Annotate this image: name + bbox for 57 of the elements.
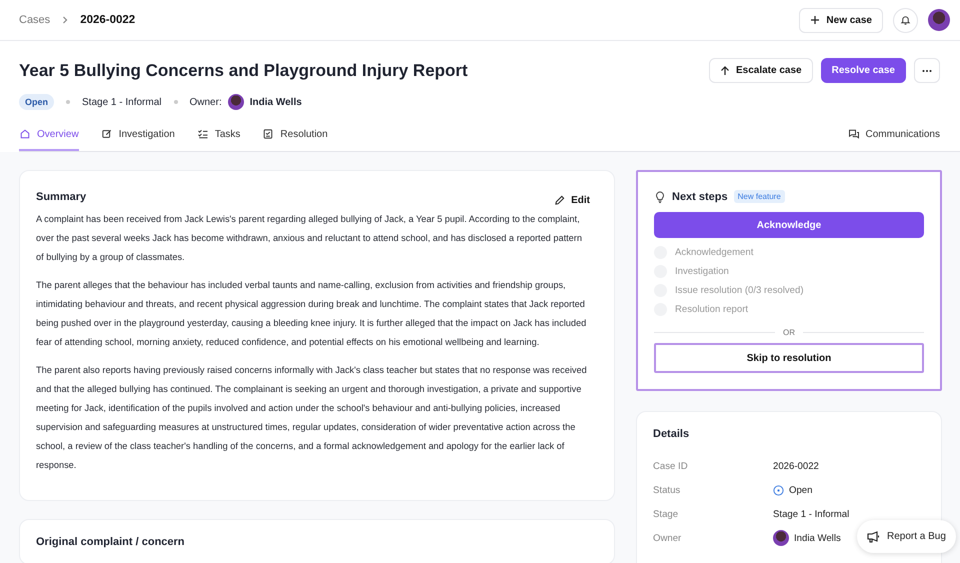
new-case-button[interactable]: New case: [799, 8, 883, 32]
user-avatar[interactable]: [928, 9, 950, 31]
card-title: Details: [653, 428, 690, 440]
arrow-up-icon: [720, 66, 730, 76]
summary-paragraph: The parent also reports having previously raised concerns informally with Jack's class teacher but states that no response was received and that the alleged bullying has continued. The complainant is seeking an urgent and thorough investigation, a private and supportive meeting for Jack, identification of the pupils involved and action under the school's behaviour and anti-bullying policies, increased supervision and safeguarding measures at unstructured times, regular updates, consideration of wider preventative action across the school, a review of the class teacher's handling of the concerns, and a formal acknowledgement and apology for the earlier lack of response.: [36, 364, 588, 472]
list-icon: [196, 128, 209, 140]
status-circle-icon: [773, 484, 784, 496]
owner-name: India Wells: [250, 96, 302, 108]
or-divider-text: OR: [783, 328, 795, 337]
breadcrumb-link[interactable]: Cases: [19, 14, 50, 26]
case-stage: Stage 1 - Informal: [82, 96, 162, 108]
bell-icon: [900, 14, 911, 26]
tab[interactable]: Investigation: [100, 128, 175, 151]
communications-tab[interactable]: Communications: [848, 128, 940, 151]
skip-to-resolution-button[interactable]: Skip to resolution: [654, 343, 924, 373]
detail-label: Owner: [653, 532, 682, 544]
edit-button[interactable]: Edit: [554, 195, 590, 206]
lightbulb-icon: [654, 190, 666, 203]
step-label: Acknowledgement: [675, 247, 754, 258]
step-label: Investigation: [675, 266, 729, 277]
escalate-case-button[interactable]: Escalate case: [708, 58, 813, 83]
chat-icon: [848, 128, 860, 140]
detail-label: Stage: [653, 508, 680, 520]
plus-icon: [810, 15, 820, 25]
acknowledge-button[interactable]: Acknowledge: [654, 212, 924, 238]
step-label: Issue resolution (0/3 resolved): [675, 285, 804, 296]
more-icon: [922, 68, 932, 72]
detail-label: Status: [653, 484, 682, 496]
tab[interactable]: Tasks: [196, 128, 240, 151]
summary-paragraph: The parent alleges that the behaviour has included verbal taunts and name-calling, exclusion from activities and friendship groups, intimidating behaviour and threats, and recent physical aggression during break and lunchtime. The complaint states that Jack reported being pushed over in the playground yesterday, causing a bleeding knee injury. It is further alleged that the impact on Jack has included fear of attending school, morning anxiety, reduced confidence, and potential effects on his emotional wellbeing and learning.: [36, 279, 588, 349]
detail-value: India Wells: [794, 532, 841, 544]
notifications-button[interactable]: [893, 8, 918, 32]
edit-icon: [100, 128, 113, 140]
detail-value: Open: [789, 484, 812, 496]
breadcrumb-current: 2026-0022: [80, 14, 136, 26]
megaphone-icon: [867, 530, 881, 542]
pencil-icon: [554, 195, 566, 206]
detail-value: Stage 1 - Informal: [773, 508, 850, 520]
tab[interactable]: Overview: [19, 128, 79, 151]
owner-avatar: [228, 94, 244, 110]
home-icon: [19, 128, 31, 140]
clipboard-icon: [262, 128, 274, 140]
status-badge: Open: [19, 94, 54, 110]
report-bug-button[interactable]: Report a Bug: [857, 520, 956, 553]
detail-value: 2026-0022: [773, 460, 819, 472]
card-title: Original complaint / concern: [36, 536, 186, 548]
detail-label: Case ID: [653, 460, 689, 472]
owner-avatar: [773, 530, 789, 546]
card-title: Summary: [36, 191, 86, 203]
step-label: Resolution report: [675, 304, 748, 315]
next-steps-title: Next steps: [672, 190, 728, 202]
case-title: Year 5 Bullying Concerns and Playground Injury Report: [19, 60, 469, 80]
tab[interactable]: Resolution: [262, 128, 328, 151]
summary-paragraph: A complaint has been received from Jack Lewis's parent regarding alleged bullying of Jack, a Year 5 pupil. According to the complaint, over the past several weeks Jack has become withdrawn, anxious and reluctant to attend school, and has disclosed a reported pattern of bullying by a group of classmates.: [36, 213, 583, 264]
new-feature-badge: New feature: [734, 190, 785, 203]
owner-label: Owner:: [190, 96, 222, 108]
resolve-case-button[interactable]: Resolve case: [820, 58, 906, 83]
